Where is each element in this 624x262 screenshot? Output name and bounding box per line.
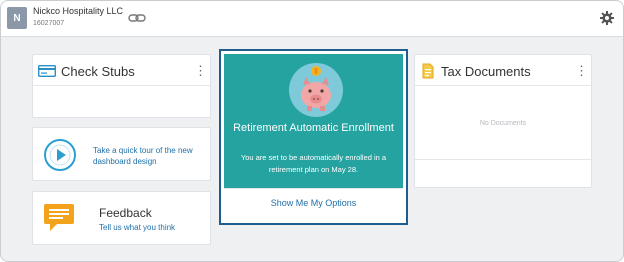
top-bar: N Nickco Hospitality LLC 16027007 (1, 1, 623, 37)
retirement-description: You are set to be automatically enrolled… (240, 153, 387, 174)
feedback-link[interactable]: Tell us what you think (99, 223, 175, 232)
company-name: Nickco Hospitality LLC (33, 6, 124, 16)
tax-documents-menu-icon[interactable]: ⋮ (575, 64, 588, 77)
check-stubs-card[interactable]: Check Stubs ⋮ (32, 54, 211, 118)
app-frame: N Nickco Hospitality LLC 16027007 Check … (0, 0, 624, 262)
document-icon (422, 63, 434, 79)
chat-bubble-icon (44, 204, 74, 231)
tax-documents-divider-bottom (415, 159, 591, 160)
retirement-banner: Retirement Automatic Enrollment You are … (224, 54, 403, 188)
check-stubs-divider (33, 85, 210, 86)
company-id: 16027007 (33, 20, 65, 27)
tour-link[interactable]: Take a quick tour of the new dashboard d… (93, 145, 213, 167)
retirement-title: Retirement Automatic Enrollment (233, 122, 394, 134)
check-stubs-title: Check Stubs (61, 64, 135, 79)
piggy-bank-icon (301, 66, 331, 111)
tax-documents-card[interactable]: Tax Documents ⋮ No Documents (414, 54, 592, 188)
check-stub-icon (38, 65, 56, 77)
feedback-title: Feedback (99, 206, 152, 220)
no-documents-text: No Documents (479, 120, 527, 127)
gear-icon[interactable] (599, 10, 615, 26)
play-icon[interactable] (43, 138, 77, 172)
tax-documents-title: Tax Documents (441, 64, 531, 79)
retirement-divider (224, 188, 403, 189)
tax-documents-divider-top (415, 85, 591, 86)
retirement-enrollment-card[interactable]: Retirement Automatic Enrollment You are … (219, 49, 408, 225)
show-options-link[interactable]: Show Me My Options (221, 198, 406, 208)
check-stubs-menu-icon[interactable]: ⋮ (194, 64, 207, 77)
dashboard-tour-card[interactable]: Take a quick tour of the new dashboard d… (32, 127, 211, 181)
company-avatar[interactable]: N (7, 7, 27, 29)
link-icon[interactable] (128, 11, 146, 25)
feedback-card[interactable]: Feedback Tell us what you think (32, 191, 211, 245)
